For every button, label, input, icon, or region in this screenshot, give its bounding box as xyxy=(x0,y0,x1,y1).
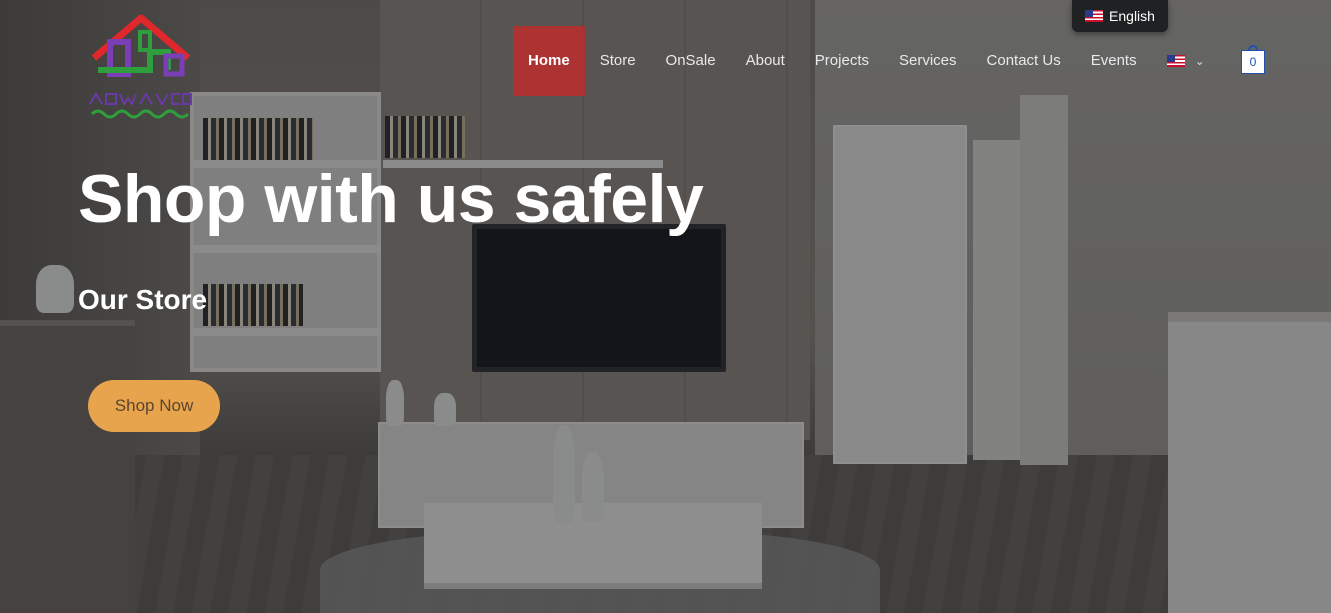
nav-item-projects[interactable]: Projects xyxy=(800,26,884,96)
nav-item-home[interactable]: Home xyxy=(513,26,585,96)
nav-item-store[interactable]: Store xyxy=(585,26,651,96)
main-nav: Home Store OnSale About Projects Service… xyxy=(513,26,1220,96)
cart-button[interactable]: 0 xyxy=(1241,45,1265,74)
house-logo-icon xyxy=(89,14,192,119)
us-flag-icon xyxy=(1085,10,1104,22)
nav-item-about[interactable]: About xyxy=(731,26,800,96)
nav-item-onsale[interactable]: OnSale xyxy=(651,26,731,96)
nav-item-services[interactable]: Services xyxy=(884,26,972,96)
brand-logo[interactable] xyxy=(88,12,194,124)
language-label: English xyxy=(1109,8,1155,24)
nav-language-dropdown[interactable]: ⌄ xyxy=(1152,26,1220,96)
nav-item-contact-us[interactable]: Contact Us xyxy=(972,26,1076,96)
us-flag-icon xyxy=(1166,55,1185,67)
nav-item-events[interactable]: Events xyxy=(1076,26,1152,96)
hero-title: Shop with us safely xyxy=(78,161,704,237)
cart-count: 0 xyxy=(1249,55,1257,69)
hero-subtitle: Our Store xyxy=(78,284,208,315)
chevron-down-icon: ⌄ xyxy=(1194,54,1205,68)
shop-now-button[interactable]: Shop Now xyxy=(88,380,220,432)
